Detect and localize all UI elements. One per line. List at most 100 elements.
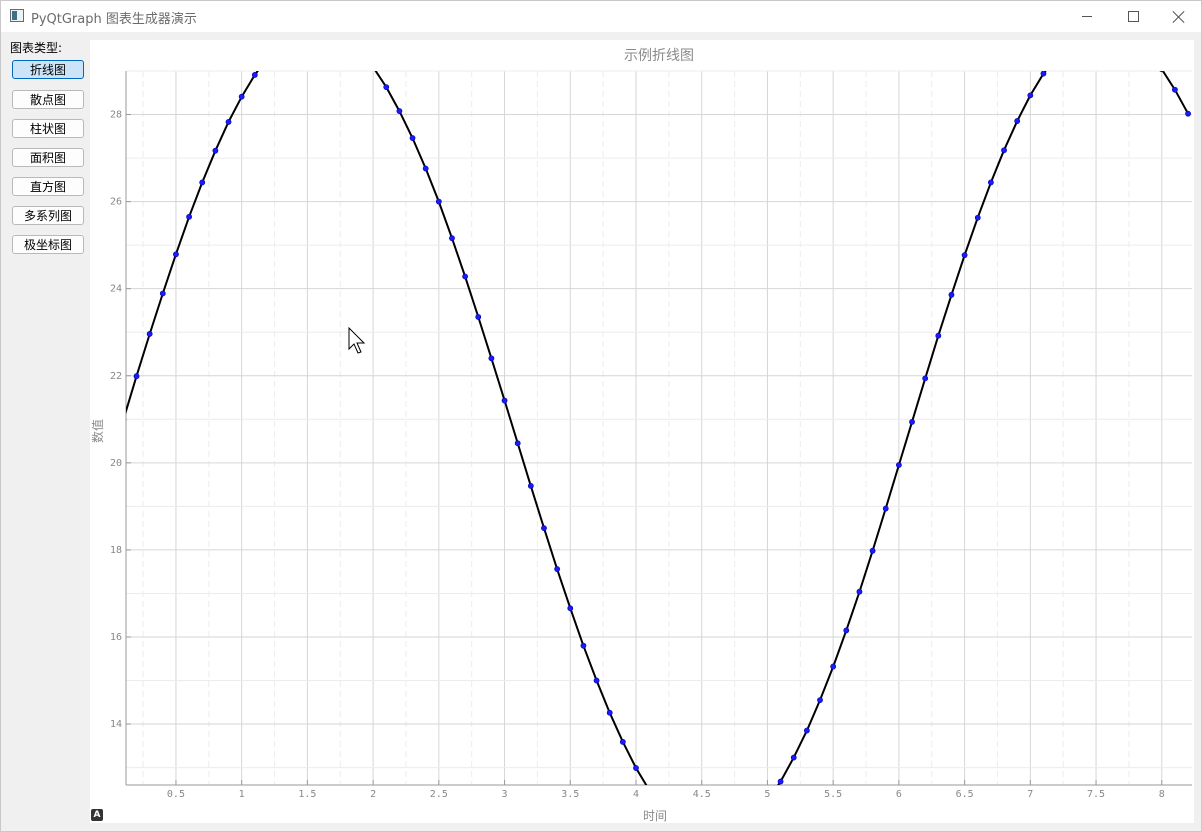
data-point [1133,40,1138,43]
y-tick-label: 28 [110,110,122,121]
y-tick-label: 14 [110,719,122,730]
data-point [475,314,482,320]
data-point [449,235,455,242]
data-point [146,331,153,337]
data-point [527,483,534,489]
data-point [409,135,416,141]
data-point [830,663,837,670]
data-point [133,373,140,380]
polar-chart-button[interactable]: 极坐标图 [12,235,84,254]
y-tick-label: 26 [110,197,122,208]
close-icon [1173,11,1185,23]
x-tick-label: 4 [633,789,639,800]
x-tick-label: 8 [1159,789,1165,800]
data-point [961,252,968,259]
bar-chart-button[interactable]: 柱状图 [12,119,84,138]
area-chart-button[interactable]: 面积图 [12,148,84,167]
data-point [265,54,270,59]
y-tick-label: 18 [110,545,122,556]
plot-widget[interactable]: 示例折线图 时间 数值 0.5 1 1.5 2 2.5 3 3.5 4 4.5 5 5.5 6 6.5 7… [90,40,1194,823]
data-point [790,754,797,761]
data-point [514,440,521,447]
data-point [869,547,876,554]
data-point [541,525,547,532]
data-point [357,48,362,53]
x-tick-label: 2 [370,789,376,800]
data-point [895,462,902,468]
data-point [344,40,349,41]
data-point [647,787,652,792]
data-point [422,165,429,172]
data-point [383,84,390,91]
x-tick-label: 3.5 [561,789,579,800]
data-point [1027,92,1034,99]
minimize-button[interactable] [1064,1,1110,32]
data-point [882,505,889,512]
data-point [856,588,863,595]
data-point [126,418,127,421]
maximize-icon [1127,11,1139,22]
data-point [173,251,179,258]
data-point [619,738,626,745]
data-point [462,273,469,280]
data-point [501,397,508,404]
y-tick-label: 20 [110,458,122,469]
data-point [673,820,678,823]
y-tick-label: 24 [110,284,122,295]
data-point [225,119,232,125]
data-point [987,179,994,186]
x-tick-label: 3 [502,789,508,800]
y-axis-label: 数值 [90,419,105,443]
data-point [199,179,206,186]
data-point [554,566,561,572]
data-point [1185,110,1191,117]
data-point [1054,53,1059,58]
data-point [633,765,639,771]
data-point [435,198,442,205]
app-icon [10,9,24,22]
grid [126,70,1192,785]
x-tick-label: 7.5 [1087,789,1105,800]
axes [125,71,1192,786]
x-tick-label: 5.5 [824,789,842,800]
auto-range-button[interactable]: A [91,809,103,821]
x-axis-label: 时间 [643,809,667,823]
data-point [948,291,955,298]
data-point [803,727,810,734]
data-point [488,355,495,362]
scatter-chart-button[interactable]: 散点图 [12,90,84,109]
chart-type-sidebar: 图表类型: 折线图 散点图 柱状图 面积图 直方图 多系列图 极坐标图 [1,32,90,831]
data-point [396,108,403,114]
x-tick-label: 1.5 [298,789,316,800]
histogram-button[interactable]: 直方图 [12,177,84,196]
close-button[interactable] [1156,1,1201,32]
data-point [593,677,600,684]
data-point [1040,71,1047,77]
data-point [1067,40,1072,44]
series-line [126,71,1189,785]
window-title: PyQtGraph 图表生成器演示 [31,12,197,27]
main-window: PyQtGraph 图表生成器演示 图表类型: 折线图 散点图 柱状图 面积图 … [0,0,1202,832]
data-point [1146,50,1151,55]
tick-labels: 0.5 1 1.5 2 2.5 3 3.5 4 4.5 5 5.5 6 6.5 7 7.5 8 14 16 18 20… [110,110,1165,800]
x-tick-label: 6.5 [956,789,974,800]
minimize-icon [1082,16,1092,17]
maximize-button[interactable] [1110,1,1156,32]
data-point [752,815,757,820]
data-point [567,605,574,612]
x-tick-label: 5 [764,789,770,800]
data-point [186,213,192,220]
data-point [606,709,613,716]
x-tick-label: 0.5 [167,789,185,800]
data-point [251,72,258,78]
y-tick-label: 16 [110,632,122,643]
x-tick-label: 1 [239,789,245,800]
y-tick-label: 22 [110,371,122,382]
data-point [159,290,166,297]
line-chart[interactable]: 示例折线图 时间 数值 0.5 1 1.5 2 2.5 3 3.5 4 4.5 5 5.5 6 6.5 7… [90,40,1194,823]
data-point [974,214,981,221]
line-chart-button[interactable]: 折线图 [12,60,84,79]
title-bar[interactable]: PyQtGraph 图表生成器演示 [1,1,1201,32]
multi-series-button[interactable]: 多系列图 [12,206,84,225]
data-point [777,778,784,785]
